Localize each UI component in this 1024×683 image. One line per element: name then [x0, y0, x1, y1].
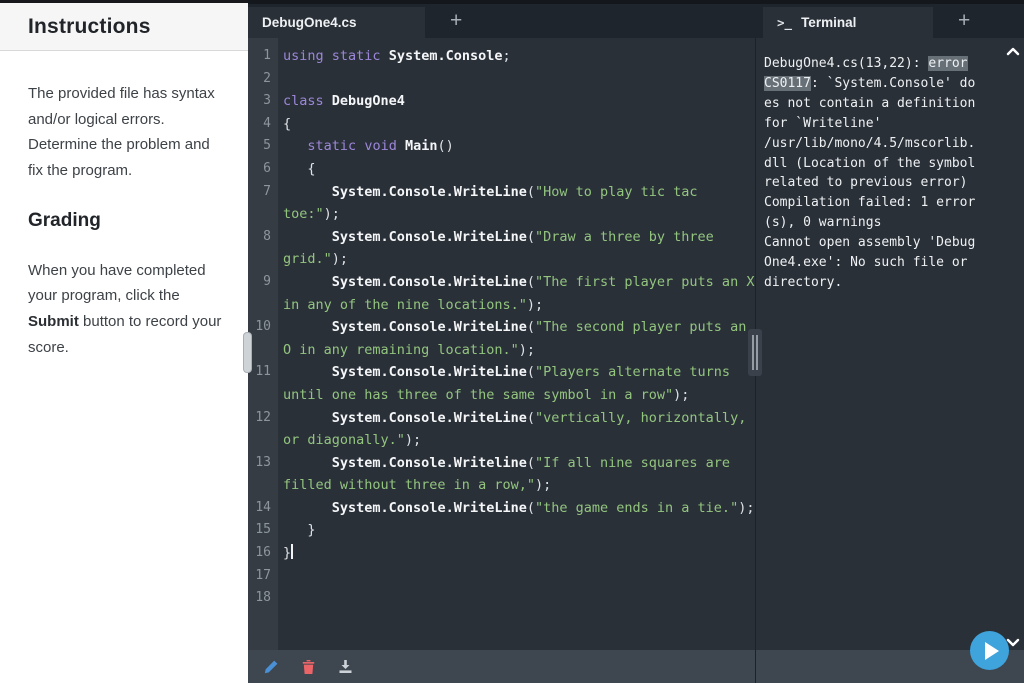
grading-heading: Grading: [28, 209, 101, 231]
code-line: 15 }: [248, 519, 755, 542]
editor-terminal-resize-handle[interactable]: [748, 329, 762, 376]
editor-pane: DebugOne4.cs + 1 using static System.Cons…: [248, 0, 755, 683]
code-line: 2: [248, 68, 755, 91]
line-number: 4: [263, 115, 271, 131]
line-number: 5: [263, 138, 271, 154]
line-number: 2: [263, 70, 271, 86]
instructions-resize-handle[interactable]: [243, 332, 252, 373]
ide-app: Instructions The provided file has synta…: [0, 0, 1024, 683]
terminal-pane: >_ Terminal + DebugOne4.cs(13,22): error…: [755, 0, 1024, 683]
code-lines: 1 using static System.Console; 2 3 class Deb…: [248, 38, 755, 610]
code-line: 16}: [248, 542, 755, 565]
line-number: 1: [263, 48, 271, 63]
play-icon: [984, 641, 999, 660]
code-line: 10 System.Console.WriteLine("The second …: [248, 316, 755, 361]
new-terminal-tab-button[interactable]: +: [958, 6, 970, 36]
code-line: 18: [248, 587, 755, 610]
code-line: 6 {: [248, 158, 755, 181]
line-number: 15: [255, 522, 271, 538]
line-number: 9: [263, 273, 271, 289]
run-play-button[interactable]: [970, 631, 1009, 670]
instructions-paragraph: The provided file has syntax and/or logi…: [28, 85, 215, 180]
submit-keyword: Submit: [28, 312, 79, 330]
tab-terminal[interactable]: >_ Terminal: [763, 7, 933, 38]
scroll-up-icon[interactable]: [1006, 44, 1020, 56]
grading-paragraph: When you have completed your program, cl…: [28, 261, 222, 356]
instructions-body: The provided file has syntax and/or logi…: [0, 51, 248, 360]
editor-tab-bar: DebugOne4.cs +: [248, 4, 755, 38]
code-line: 3 class DebugOne4: [248, 90, 755, 113]
instructions-panel: Instructions The provided file has synta…: [0, 0, 248, 683]
new-file-tab-button[interactable]: +: [450, 6, 462, 36]
line-number: 16: [255, 545, 271, 561]
code-line: 12 System.Console.WriteLine("vertically,…: [248, 407, 755, 452]
delete-trash-icon[interactable]: [300, 659, 316, 675]
terminal-tab-label: Terminal: [801, 15, 857, 30]
line-number: 18: [255, 590, 271, 606]
instructions-title: Instructions: [28, 14, 151, 38]
editor-toolbar: [248, 650, 755, 683]
code-editor[interactable]: 1 using static System.Console; 2 3 class Deb…: [248, 38, 755, 650]
scroll-down-icon[interactable]: [1006, 634, 1020, 647]
line-number: 6: [263, 160, 271, 176]
code-line: 11 System.Console.WriteLine("Players alt…: [248, 361, 755, 406]
code-line: 13 System.Console.Writeline("If all nine…: [248, 452, 755, 497]
code-line: 17: [248, 565, 755, 588]
line-number: 10: [255, 319, 271, 335]
code-line: 7 System.Console.WriteLine("How to play …: [248, 181, 755, 226]
code-line: 9 System.Console.WriteLine("The first pl…: [248, 271, 755, 316]
download-icon[interactable]: [337, 659, 353, 675]
line-number: 8: [263, 228, 271, 244]
tab-debugone4-cs[interactable]: DebugOne4.cs: [248, 7, 425, 38]
code-line: 4{: [248, 113, 755, 136]
editor-tab-label: DebugOne4.cs: [262, 15, 357, 30]
line-number: 13: [255, 454, 271, 470]
edit-pencil-icon[interactable]: [263, 659, 279, 675]
terminal-body[interactable]: DebugOne4.cs(13,22): error CS0117: `Syst…: [755, 38, 1024, 650]
text-cursor: [291, 544, 294, 560]
line-number: 7: [263, 183, 271, 199]
line-number: 3: [263, 93, 271, 109]
code-line: 1 using static System.Console;: [248, 45, 755, 68]
terminal-tab-bar: >_ Terminal +: [755, 4, 1024, 38]
code-line: 8 System.Console.WriteLine("Draw a three…: [248, 226, 755, 271]
terminal-output: DebugOne4.cs(13,22): error CS0117: `Syst…: [764, 56, 984, 290]
code-line: 14 System.Console.WriteLine("the game en…: [248, 497, 755, 520]
code-line: 5 static void Main(): [248, 135, 755, 158]
line-number: 17: [255, 567, 271, 583]
terminal-prompt-icon: >_: [777, 15, 793, 30]
line-number: 14: [255, 499, 271, 515]
line-number: 12: [255, 409, 271, 425]
instructions-header: Instructions: [0, 3, 248, 51]
line-number: 11: [255, 364, 271, 380]
